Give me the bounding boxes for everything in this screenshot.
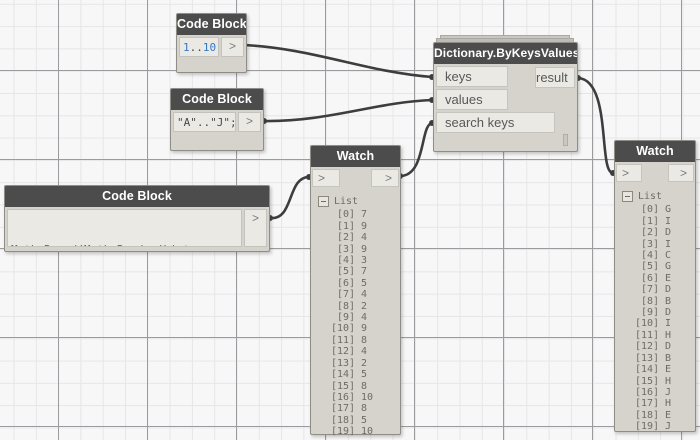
node-code-block-1[interactable]: Code Block 1..10; >	[176, 13, 247, 73]
list-label: List	[334, 196, 358, 207]
input-port-values[interactable]: values	[436, 89, 508, 110]
output-port-result[interactable]: result	[535, 67, 575, 88]
list-item: [9]D	[622, 307, 695, 318]
list-item: [4]3	[318, 255, 400, 266]
list-item: [1]9	[318, 221, 400, 232]
list-item: [1]I	[622, 216, 695, 227]
list-item: [18]5	[318, 415, 400, 426]
wire-codeblock1-to-keys[interactable]	[243, 45, 432, 77]
code-line-1: Math.Round(Math.Random(List.	[11, 242, 239, 247]
list-item: [13]B	[622, 353, 695, 364]
input-port-search-keys[interactable]: search keys	[436, 112, 555, 133]
list-item: [12]D	[622, 341, 695, 352]
list-item: [7]4	[318, 289, 400, 300]
list-item: [15]8	[318, 381, 400, 392]
node-title[interactable]: Code Block	[5, 186, 269, 207]
list-item: [10]9	[318, 323, 400, 334]
list-item: [5]G	[622, 261, 695, 272]
input-port[interactable]: >	[312, 169, 340, 187]
list-item: [2]D	[622, 227, 695, 238]
code-editor[interactable]: "A".."J";	[173, 112, 236, 132]
list-item: [19]10	[318, 426, 400, 437]
wire-codeblock3-to-watch1[interactable]	[270, 177, 309, 218]
code-editor[interactable]: Math.Round(Math.Random(List. Cycle(1,20)…	[7, 209, 242, 247]
list-item: [5]7	[318, 266, 400, 277]
input-port[interactable]: >	[616, 164, 642, 182]
node-title[interactable]: Watch	[615, 141, 695, 162]
list-items: [0]7 [1]9 [2]4 [3]9 [4]3 [5]7 [6]5 [7]4 …	[318, 209, 400, 437]
output-port[interactable]: >	[238, 112, 261, 132]
list-item: [7]D	[622, 284, 695, 295]
node-watch-1[interactable]: Watch > > List [0]7 [1]9 [2]4 [3]9	[310, 145, 401, 435]
list-item: [16]10	[318, 392, 400, 403]
code-editor[interactable]: 1..10;	[179, 37, 219, 57]
list-item: [11]8	[318, 335, 400, 346]
list-item: [17]8	[318, 403, 400, 414]
watch-list[interactable]: List [0]7 [1]9 [2]4 [3]9 [4]3 [5]7 [6]5	[311, 189, 400, 438]
list-item: [11]H	[622, 330, 695, 341]
output-port[interactable]: >	[371, 169, 399, 187]
list-item: [3]I	[622, 239, 695, 250]
list-item: [14]5	[318, 369, 400, 380]
list-item: [0]7	[318, 209, 400, 220]
lacing-indicator-icon[interactable]	[563, 134, 568, 146]
wire-watch1-to-searchkeys[interactable]	[400, 123, 432, 176]
list-item: [17]H	[622, 398, 695, 409]
list-item: [12]4	[318, 346, 400, 357]
dynamo-canvas[interactable]: Code Block 1..10; > Code Block "A".."J";…	[0, 0, 700, 440]
output-port[interactable]: >	[244, 209, 267, 247]
output-port[interactable]: >	[221, 37, 244, 57]
node-title[interactable]: Dictionary.ByKeysValues	[434, 43, 577, 64]
wire-codeblock2-to-values[interactable]	[264, 100, 432, 121]
node-code-block-3[interactable]: Code Block Math.Round(Math.Random(List. …	[4, 185, 270, 252]
list-item: [2]4	[318, 232, 400, 243]
list-item: [9]4	[318, 312, 400, 323]
node-title[interactable]: Watch	[311, 146, 400, 167]
list-item: [8]B	[622, 296, 695, 307]
list-item: [8]2	[318, 301, 400, 312]
node-title[interactable]: Code Block	[171, 89, 263, 110]
list-item: [0]G	[622, 204, 695, 215]
list-item: [13]2	[318, 358, 400, 369]
list-label: List	[638, 191, 662, 202]
list-item: [15]H	[622, 376, 695, 387]
list-collapse-icon[interactable]	[622, 191, 633, 202]
list-item: [14]E	[622, 364, 695, 375]
input-port-keys[interactable]: keys	[436, 66, 508, 87]
output-port[interactable]: >	[668, 164, 694, 182]
list-item: [3]9	[318, 244, 400, 255]
node-watch-2[interactable]: Watch > > List [0]G [1]I [2]D [3]I	[614, 140, 696, 432]
list-collapse-icon[interactable]	[318, 196, 329, 207]
watch-list[interactable]: List [0]G [1]I [2]D [3]I [4]C [5]G [6]E	[615, 184, 695, 433]
node-dictionary-bykeysvalues[interactable]: Dictionary.ByKeysValues keys values sear…	[433, 42, 578, 152]
list-item: [19]J	[622, 421, 695, 432]
list-items: [0]G [1]I [2]D [3]I [4]C [5]G [6]E [7]D …	[622, 204, 695, 432]
list-item: [4]C	[622, 250, 695, 261]
list-item: [18]E	[622, 410, 695, 421]
node-title[interactable]: Code Block	[177, 14, 246, 35]
list-item: [6]E	[622, 273, 695, 284]
list-item: [16]J	[622, 387, 695, 398]
list-item: [6]5	[318, 278, 400, 289]
list-item: [10]I	[622, 318, 695, 329]
node-code-block-2[interactable]: Code Block "A".."J"; >	[170, 88, 264, 151]
wire-result-to-watch2[interactable]	[578, 78, 613, 173]
